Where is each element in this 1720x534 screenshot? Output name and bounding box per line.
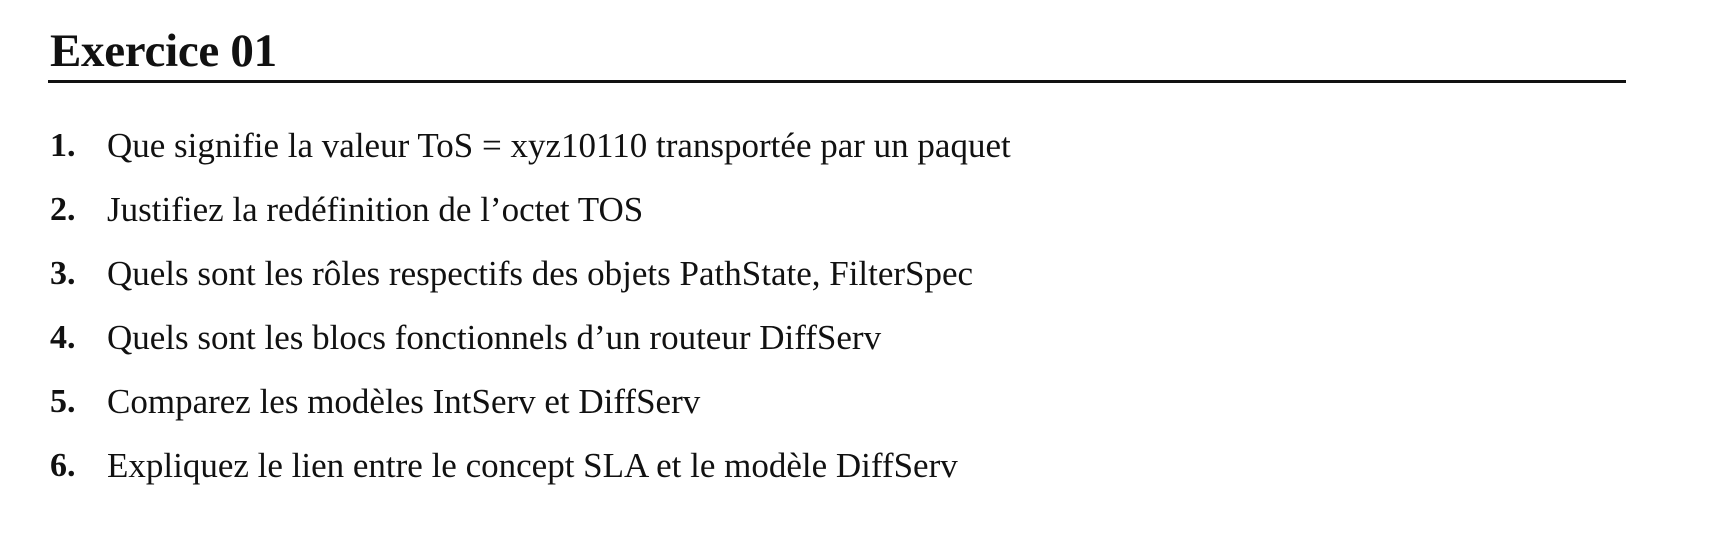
exercise-heading: Exercice 01 xyxy=(50,25,277,77)
question-number: 6. xyxy=(50,447,76,484)
question-text: Comparez les modèles IntServ et DiffServ xyxy=(107,382,701,421)
question-text: Que signifie la valeur ToS = xyz10110 tr… xyxy=(107,126,1011,165)
question-item: 1. Que signifie la valeur ToS = xyz10110… xyxy=(0,120,1600,184)
question-number: 5. xyxy=(50,383,76,420)
question-text: Justifiez la redéfinition de l’octet TOS xyxy=(107,190,644,229)
heading-underline xyxy=(48,80,1626,83)
question-list: 1. Que signifie la valeur ToS = xyz10110… xyxy=(0,120,1600,504)
question-item: 6. Expliquez le lien entre le concept SL… xyxy=(0,440,1600,504)
question-text: Quels sont les blocs fonctionnels d’un r… xyxy=(107,318,882,357)
question-item: 3. Quels sont les rôles respectifs des o… xyxy=(0,248,1600,312)
question-number: 3. xyxy=(50,255,76,292)
document-page: Exercice 01 1. Que signifie la valeur To… xyxy=(0,0,1720,534)
question-text: Quels sont les rôles respectifs des obje… xyxy=(107,254,974,293)
question-number: 2. xyxy=(50,191,76,228)
question-item: 4. Quels sont les blocs fonctionnels d’u… xyxy=(0,312,1600,376)
question-item: 2. Justifiez la redéfinition de l’octet … xyxy=(0,184,1600,248)
question-number: 1. xyxy=(50,127,76,164)
question-item: 5. Comparez les modèles IntServ et DiffS… xyxy=(0,376,1600,440)
question-text: Expliquez le lien entre le concept SLA e… xyxy=(107,446,958,485)
question-number: 4. xyxy=(50,319,76,356)
